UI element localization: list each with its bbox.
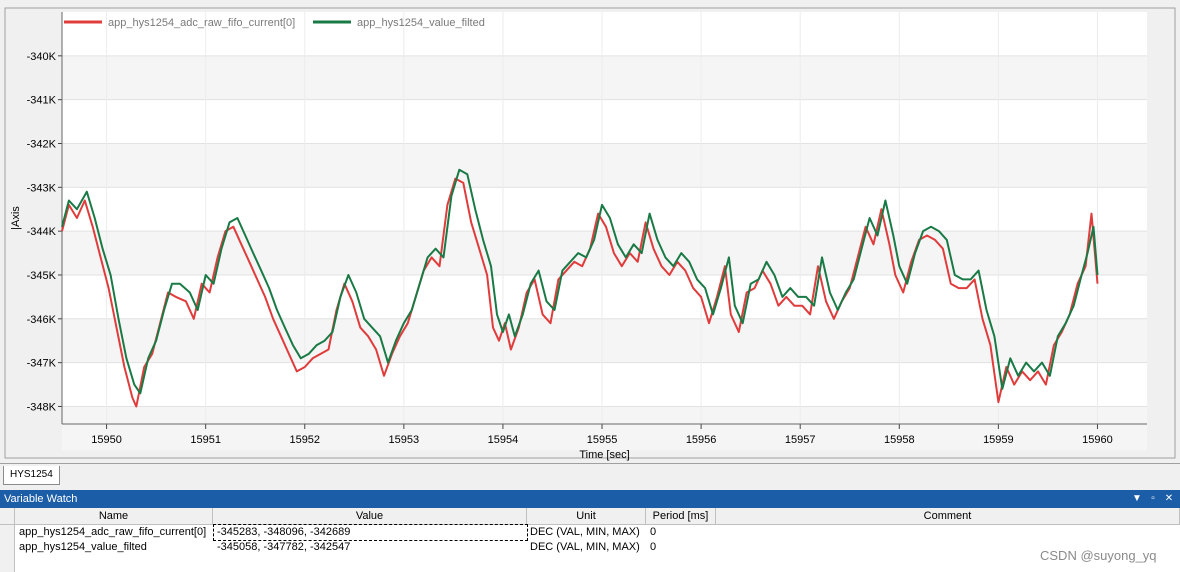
column-header-period[interactable]: Period [ms]	[646, 508, 716, 525]
x-tick-label: 15953	[389, 434, 420, 446]
x-tick-label: 15950	[91, 434, 122, 446]
tab-hys1254[interactable]: HYS1254	[3, 466, 60, 485]
x-tick-label: 15954	[488, 434, 519, 446]
close-icon[interactable]: ✕	[1162, 490, 1176, 508]
legend-label: app_hys1254_value_filted	[357, 17, 485, 29]
variable-watch-title: Variable Watch	[4, 493, 78, 505]
watch-unit[interactable]: DEC (VAL, MIN, MAX)	[530, 540, 644, 555]
y-tick-label: -345K	[27, 270, 57, 282]
column-header-unit[interactable]: Unit	[527, 508, 646, 525]
row-header[interactable]	[0, 525, 15, 541]
y-axis-label: |Axis	[10, 206, 22, 230]
watch-name[interactable]: app_hys1254_value_filted	[19, 540, 211, 555]
watch-value[interactable]: -345058, -347782, -342547	[217, 540, 517, 555]
pin-icon[interactable]: ▫	[1146, 490, 1160, 508]
line-chart[interactable]: -340K -341K -342K -343K -344K -345K -346K -347K…	[0, 0, 1180, 465]
x-tick-label: 15952	[289, 434, 320, 446]
watch-name[interactable]: app_hys1254_adc_raw_fifo_current[0]	[19, 525, 211, 540]
y-tick-label: -348K	[27, 401, 57, 413]
y-tick-label: -340K	[27, 51, 57, 63]
row-header[interactable]	[0, 555, 15, 572]
variable-watch-titlebar: Variable Watch ▼ ▫ ✕	[0, 490, 1180, 508]
tab-bar: HYS1254	[0, 463, 1180, 489]
row-header[interactable]	[0, 540, 15, 556]
x-tick-label: 15951	[190, 434, 221, 446]
y-tick-label: -344K	[27, 226, 57, 238]
y-tick-label: -342K	[27, 138, 57, 150]
watermark: CSDN @suyong_yq	[1040, 548, 1157, 563]
column-header-comment[interactable]: Comment	[716, 508, 1180, 525]
variable-watch-table: Name Value Unit Period [ms] Comment app_…	[0, 508, 1180, 572]
watch-value-selected[interactable]: -345283, -348096, -342689	[213, 524, 528, 541]
watch-period[interactable]: 0	[650, 525, 710, 540]
watch-comment[interactable]	[720, 525, 1160, 540]
row-header-corner	[0, 508, 15, 525]
x-tick-label: 15955	[587, 434, 618, 446]
grid-band	[62, 143, 1147, 188]
grid-band	[62, 55, 1147, 100]
dropdown-icon[interactable]: ▼	[1130, 490, 1144, 508]
plot-panel: -340K -341K -342K -343K -344K -345K -346K -347K…	[0, 0, 1180, 465]
x-tick-label: 15958	[884, 434, 915, 446]
y-tick-label: -346K	[27, 314, 57, 326]
legend-label: app_hys1254_adc_raw_fifo_current[0]	[108, 17, 295, 29]
y-tick-label: -347K	[27, 358, 57, 370]
x-tick-label: 15957	[785, 434, 816, 446]
watch-unit[interactable]: DEC (VAL, MIN, MAX)	[530, 525, 644, 540]
x-axis-label: Time [sec]	[579, 449, 629, 461]
x-tick-label: 15959	[983, 434, 1014, 446]
column-header-name[interactable]: Name	[15, 508, 213, 525]
y-tick-label: -341K	[27, 95, 57, 107]
x-tick-label: 15956	[686, 434, 717, 446]
column-header-value[interactable]: Value	[213, 508, 527, 525]
y-tick-label: -343K	[27, 182, 57, 194]
x-tick-label: 15960	[1082, 434, 1113, 446]
watch-period[interactable]: 0	[650, 540, 710, 555]
